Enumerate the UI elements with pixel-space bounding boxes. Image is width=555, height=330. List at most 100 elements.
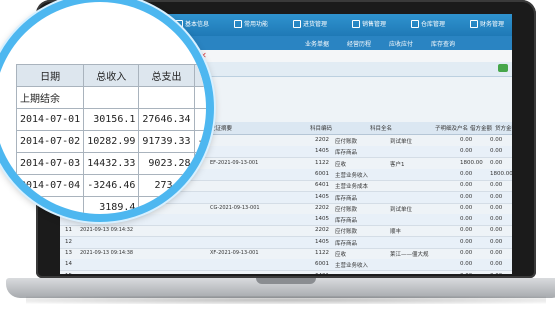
- profit-row: 2014-07-0314432.339023.285409.: [15, 152, 206, 175]
- topnav-item-0[interactable]: 基本信息: [175, 19, 234, 28]
- cell-code: 6001: [315, 261, 329, 268]
- cell-income: 10282.99: [83, 130, 140, 153]
- cell-expense: [138, 86, 195, 109]
- subnav-item-2[interactable]: 应收应付: [389, 39, 431, 48]
- cell-debit: 0.00: [460, 216, 473, 223]
- search-icon[interactable]: [498, 64, 508, 72]
- subnav-item-1[interactable]: 经营历程: [347, 39, 389, 48]
- topnav-label: 财务管理: [480, 21, 505, 28]
- cell-name: 应付账款: [335, 229, 358, 236]
- table-row[interactable]: 11 2021-09-13 09:14:32 2202 应付账款 顺丰 0.00 0.00: [60, 225, 512, 238]
- cell-name: 主营业务成本: [335, 184, 369, 191]
- cell-profit: 2509.76: [193, 108, 206, 131]
- cell-date: 2014-07-03: [15, 152, 85, 175]
- profit-row: 上期结余: [15, 86, 206, 109]
- cell-name: 主营业务收入: [335, 172, 369, 179]
- cell-sub: 客户1: [390, 161, 405, 168]
- laptop-base: [6, 278, 555, 298]
- cell-credit: 0.00: [490, 216, 503, 223]
- cell-debit: 0.00: [460, 170, 473, 177]
- profit-table-header: 日期 总收入 总支出 净利润: [15, 64, 206, 87]
- table-row[interactable]: 12 1405 库存商品 0.00 0.00: [60, 236, 512, 249]
- chart-icon: [352, 19, 360, 28]
- grid-header-cell: 科目编码: [310, 126, 333, 132]
- sub-menu: 业务单据 经营历程 应收应付 库存查询: [305, 39, 473, 48]
- cell-expense: 27646.34: [138, 108, 195, 131]
- subnav-item-0[interactable]: 业务单据: [305, 39, 347, 48]
- topnav-item-4[interactable]: 仓库管理: [411, 19, 470, 28]
- yen-icon: [470, 19, 478, 28]
- header-expense: 总支出: [138, 64, 195, 87]
- topnav-label: 进货管理: [303, 21, 328, 28]
- cell-credit: 0.00: [490, 182, 503, 189]
- cell-credit: 0.00: [490, 261, 503, 268]
- cell-code: 1405: [315, 148, 329, 155]
- top-menu: 基本信息 常用功能 进货管理 销售管理 仓库管理 财务管理: [175, 19, 512, 28]
- cell-sub: 顺丰: [390, 229, 402, 236]
- cell-debit: 0.00: [460, 182, 473, 189]
- topnav-label: 销售管理: [362, 21, 387, 28]
- cell-credit: 1800.00: [490, 170, 512, 177]
- cell-name: 应付账款: [335, 206, 358, 213]
- cell-income: 3189.4: [83, 196, 140, 214]
- cell-credit: 0.00: [490, 238, 503, 245]
- cell-debit: 0.00: [460, 261, 473, 268]
- cell-name: 主营业务成本: [335, 273, 368, 274]
- cell-code: 1122: [315, 159, 329, 166]
- cell-debit: 0.00: [460, 238, 473, 245]
- topnav-item-5[interactable]: 财务管理: [470, 19, 512, 28]
- cell-date: 上期结余: [15, 86, 85, 109]
- cell-code: 1405: [315, 238, 329, 245]
- profit-table: 日期 总收入 总支出 净利润 上期结余2014-07-0130156.12764…: [15, 64, 206, 214]
- grid-header-cell: 凭证摘要: [210, 126, 233, 132]
- header-income: 总收入: [83, 64, 140, 87]
- cell-expense: 9023.28: [138, 152, 195, 175]
- topnav-label: 仓库管理: [421, 21, 446, 28]
- cell-credit: 0.00: [490, 193, 503, 200]
- cell-date: 2014-07-01: [15, 108, 85, 131]
- topnav-item-3[interactable]: 销售管理: [352, 19, 411, 28]
- magnifier-lens: 日期 总收入 总支出 净利润 上期结余2014-07-0130156.12764…: [0, 0, 214, 222]
- cell-name: 库存商品: [335, 218, 358, 225]
- grid-header-cell: 子明细及户名: [435, 126, 469, 132]
- row-number: 11: [65, 227, 72, 234]
- voucher-id: CG-2021-09-13-001: [210, 204, 260, 211]
- cell-income: -3246.46: [83, 174, 140, 197]
- topnav-label: 基本信息: [185, 21, 210, 28]
- cell-debit: 0.00: [460, 250, 473, 256]
- row-number: 15: [60, 273, 72, 274]
- topnav-item-2[interactable]: 进货管理: [293, 19, 352, 28]
- cell-sub: 到试单位: [390, 139, 413, 145]
- cell-code: 1122: [315, 250, 329, 256]
- row-datetime: 2021-09-13 09:14:38: [80, 250, 134, 256]
- cell-name: 库存商品: [335, 240, 358, 247]
- table-row[interactable]: 14 6001 主营业务收入 0.00 0.00: [60, 259, 512, 272]
- cell-name: 应收: [335, 252, 347, 258]
- grid-header-cell: 借方金额: [470, 126, 493, 132]
- cell-expense: 273.08: [138, 174, 195, 197]
- row-number: 12: [65, 238, 72, 245]
- cell-name: 库存商品: [335, 195, 358, 202]
- cell-credit: 0.00: [490, 273, 502, 274]
- topnav-item-1[interactable]: 常用功能: [234, 19, 293, 28]
- subnav-item-3[interactable]: 库存查询: [431, 39, 473, 48]
- cell-debit: 0.00: [460, 227, 473, 234]
- grid-header-cell: 科目全名: [370, 126, 393, 132]
- cell-date: 2014-07-02: [15, 130, 85, 153]
- cell-sub: 到试单位: [390, 206, 413, 213]
- cell-credit: 0.00: [490, 159, 503, 166]
- cell-credit: 0.00: [490, 148, 503, 155]
- cell-income: 30156.1: [83, 108, 140, 131]
- table-row[interactable]: 15 6401 主营业务成本 0.00 0.00: [60, 271, 512, 274]
- cell-credit: 0.00: [490, 137, 503, 143]
- table-row[interactable]: 13 2021-09-13 09:14:38 1122 应收 莱江——僵大规 0.00 0.…: [60, 248, 512, 260]
- cell-debit: 0.00: [460, 273, 472, 274]
- header-date: 日期: [15, 64, 85, 87]
- cell-debit: 0.00: [460, 148, 473, 155]
- cell-debit: 1800.00: [460, 159, 483, 166]
- cell-income: [83, 86, 140, 109]
- laptop-notch: [256, 278, 316, 284]
- cell-code: 1405: [315, 193, 329, 200]
- cell-code: 6401: [315, 273, 329, 274]
- voucher-id: XF-2021-09-13-001: [210, 250, 259, 256]
